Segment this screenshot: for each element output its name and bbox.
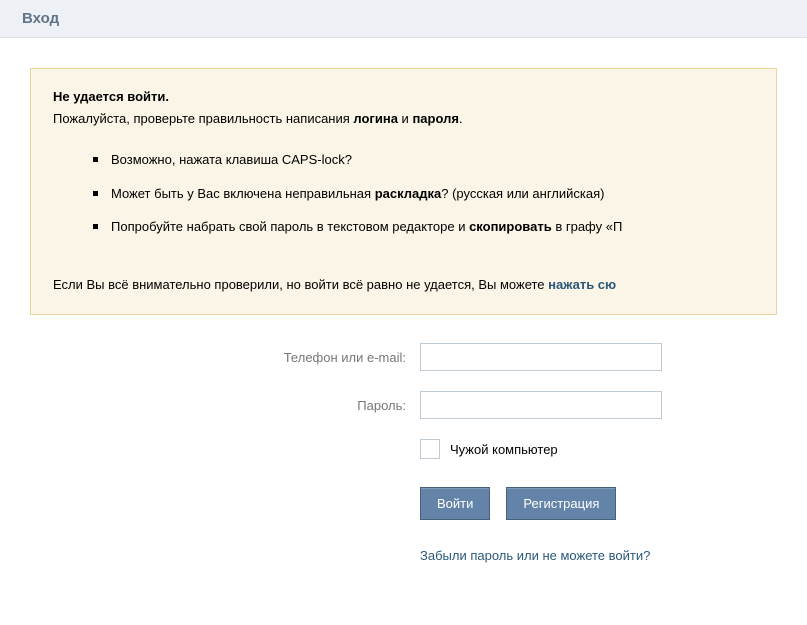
error-bullet-item: Может быть у Вас включена неправильная р… <box>93 184 754 204</box>
page-title: Вход <box>22 10 785 27</box>
content-area: Не удается войти. Пожалуйста, проверьте … <box>0 38 807 563</box>
password-label: Пароль: <box>200 398 420 413</box>
error-footer: Если Вы всё внимательно проверили, но во… <box>53 275 754 295</box>
login-form: Телефон или e-mail: Пароль: Чужой компью… <box>200 343 777 563</box>
password-row: Пароль: <box>200 391 777 419</box>
checkbox-label[interactable]: Чужой компьютер <box>450 442 558 457</box>
error-bullet-list: Возможно, нажата клавиша CAPS-lock? Може… <box>93 150 754 237</box>
page-header: Вход <box>0 0 807 38</box>
forgot-link-row: Забыли пароль или не можете войти? <box>420 548 777 563</box>
forgot-password-link[interactable]: Забыли пароль или не можете войти? <box>420 548 650 563</box>
error-bullet-item: Возможно, нажата клавиша CAPS-lock? <box>93 150 754 170</box>
button-row: Войти Регистрация <box>420 487 777 520</box>
register-button[interactable]: Регистрация <box>506 487 616 520</box>
login-label: Телефон или e-mail: <box>200 350 420 365</box>
login-button[interactable]: Войти <box>420 487 490 520</box>
checkbox-row: Чужой компьютер <box>420 439 777 459</box>
foreign-computer-checkbox[interactable] <box>420 439 440 459</box>
error-message-box: Не удается войти. Пожалуйста, проверьте … <box>30 68 777 315</box>
error-bullet-item: Попробуйте набрать свой пароль в текстов… <box>93 217 754 237</box>
login-row: Телефон или e-mail: <box>200 343 777 371</box>
login-input[interactable] <box>420 343 662 371</box>
error-subtitle: Пожалуйста, проверьте правильность напис… <box>53 109 754 129</box>
password-input[interactable] <box>420 391 662 419</box>
reset-link[interactable]: нажать сю <box>548 277 616 292</box>
error-title: Не удается войти. <box>53 87 754 107</box>
